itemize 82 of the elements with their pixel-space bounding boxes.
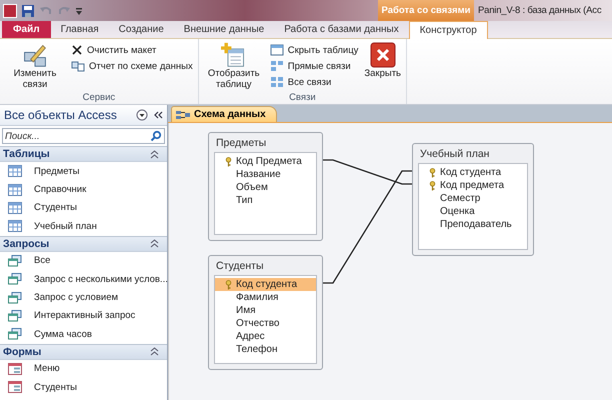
field-row[interactable]: Оценка	[419, 205, 527, 218]
relationships-icon	[270, 76, 284, 88]
field-row[interactable]: Код студента	[215, 278, 316, 291]
report-icon	[71, 60, 85, 72]
nav-item[interactable]: Справочник	[0, 180, 167, 199]
query-icon	[8, 254, 22, 267]
nav-item[interactable]: Меню	[0, 360, 167, 378]
x-icon	[71, 44, 83, 56]
table-box[interactable]: Учебный план Код студента Код предмета Семестр Оценка Преподаватель	[412, 143, 534, 256]
query-icon	[8, 310, 22, 322]
collapse-icon[interactable]	[150, 150, 159, 158]
relationships-icon	[176, 110, 190, 120]
document-tab[interactable]: Схема данных	[171, 106, 277, 122]
ribbon-tab[interactable]: Работа с базами данных	[274, 21, 409, 38]
ribbon-group-label: Связи	[288, 92, 317, 104]
ribbon-button[interactable]: Все связи	[268, 74, 360, 90]
ribbon-button[interactable]: Изменить связи	[3, 41, 67, 91]
query-icon	[8, 273, 22, 286]
nav-item[interactable]: Сумма часов	[0, 325, 167, 344]
query-icon	[8, 292, 22, 304]
nav-item[interactable]: Запрос с условием	[0, 288, 167, 307]
table-icon	[8, 202, 22, 214]
ribbon-button[interactable]: Отчет по схеме данных	[69, 58, 195, 74]
nav-item[interactable]: Все	[0, 252, 167, 270]
field-row[interactable]: Имя	[215, 304, 316, 317]
field-row[interactable]: Телефон	[215, 343, 316, 356]
field-row[interactable]: Название	[215, 168, 316, 181]
close-icon	[370, 42, 396, 68]
save-icon[interactable]	[21, 4, 35, 18]
collapse-icon[interactable]	[150, 347, 159, 356]
nav-item[interactable]: Студенты	[0, 378, 167, 396]
nav-item[interactable]: Предметы	[0, 162, 167, 180]
customize-icon[interactable]	[75, 6, 83, 16]
table-icon	[8, 165, 22, 178]
window-title: Panin_V-8 : база данных (Acc	[477, 5, 602, 16]
ribbon-button[interactable]: Очистить макет	[69, 42, 195, 58]
app-logo-icon[interactable]	[3, 4, 17, 18]
query-icon	[8, 328, 22, 340]
ribbon-group-label: Сервис	[82, 92, 116, 104]
table-icon	[8, 184, 22, 196]
field-row[interactable]: Семестр	[419, 192, 527, 205]
relationship-icon	[270, 60, 284, 72]
collapse-icon[interactable]	[153, 110, 163, 120]
field-row[interactable]: Код предмета	[419, 179, 527, 192]
ribbon-button[interactable]: Прямые связи	[268, 58, 360, 74]
context-tab-label: Работа со связями	[378, 0, 474, 21]
collapse-icon[interactable]	[150, 239, 159, 248]
field-row[interactable]: Объем	[215, 181, 316, 194]
field-row[interactable]: Преподаватель	[419, 218, 527, 231]
ribbon-tab[interactable]: Конструктор	[408, 21, 488, 39]
form-icon	[8, 381, 22, 394]
table-box[interactable]: Студенты Код студента Фамилия Имя Отчество Адрес Телефон	[208, 255, 323, 370]
field-row[interactable]: Отчество	[215, 317, 316, 330]
table-icon	[8, 220, 22, 232]
table-title: Учебный план	[419, 147, 490, 162]
ribbon-tab[interactable]: Файл	[2, 21, 51, 38]
ribbon-tab[interactable]: Главная	[50, 21, 109, 38]
table-box[interactable]: Предметы Код Предмета Название Объем Тип	[208, 132, 323, 241]
nav-item[interactable]: Интерактивный запрос	[0, 306, 167, 326]
field-row[interactable]: Адрес	[215, 330, 316, 343]
field-row[interactable]: Фамилия	[215, 291, 316, 304]
pencil-icon	[22, 42, 48, 68]
add-table-icon	[220, 42, 247, 68]
table-title: Студенты	[215, 259, 265, 274]
field-row[interactable]: Код Предмета	[215, 155, 316, 168]
field-row[interactable]: Тип	[215, 194, 316, 207]
nav-pane-title: Все объекты Access	[4, 108, 118, 122]
search-field[interactable]: Поиск...	[2, 128, 165, 144]
table-icon	[270, 44, 284, 56]
dropdown-icon[interactable]	[136, 109, 148, 121]
nav-item[interactable]: Запрос с несколькими услов...	[0, 270, 167, 288]
table-title: Предметы	[215, 136, 268, 151]
ribbon-button[interactable]: Скрыть таблицу	[268, 42, 360, 58]
ribbon-button[interactable]: Отобразить таблицу	[202, 41, 266, 91]
nav-item[interactable]: Учебный план	[0, 217, 167, 236]
ribbon-button[interactable]: Закрыть	[362, 41, 403, 80]
ribbon-tab[interactable]: Внешние данные	[174, 21, 274, 38]
search-icon[interactable]	[150, 130, 162, 142]
nav-item[interactable]: Студенты	[0, 198, 167, 218]
form-icon	[8, 362, 22, 375]
ribbon-tab[interactable]: Создание	[108, 21, 174, 38]
field-row[interactable]: Код студента	[419, 166, 527, 179]
